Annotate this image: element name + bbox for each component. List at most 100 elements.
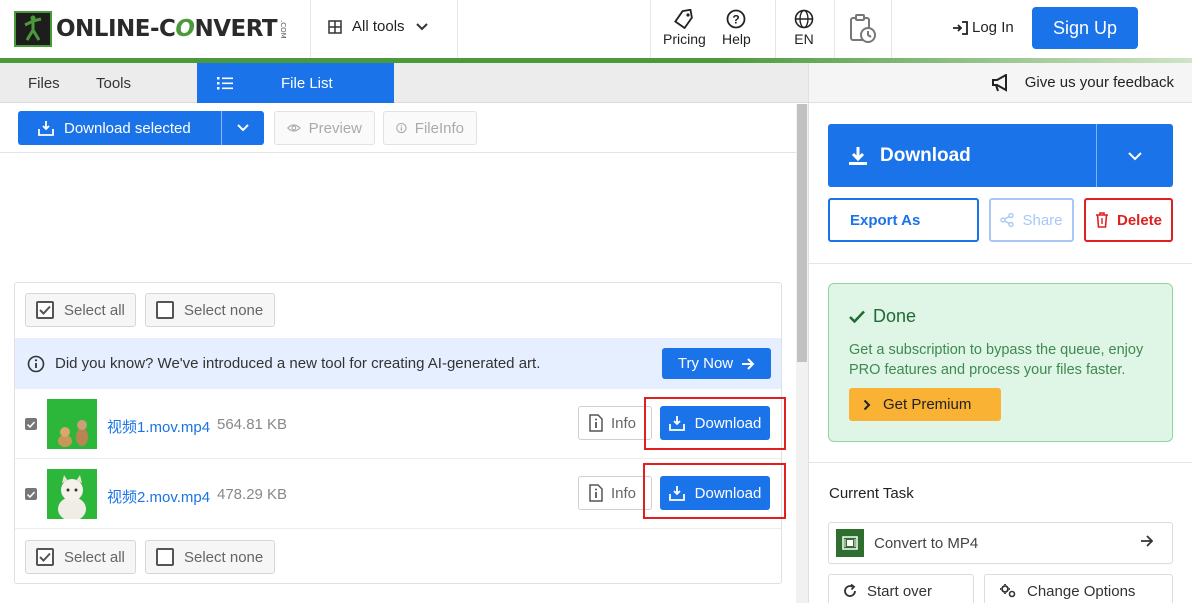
grid-icon (328, 19, 342, 34)
info-label: Info (611, 484, 637, 502)
help-icon: ? (726, 9, 746, 29)
tab-tools[interactable]: Tools (96, 63, 131, 103)
select-all-button[interactable]: Select all (25, 293, 136, 327)
change-options-button[interactable]: Change Options (984, 574, 1173, 603)
tab-files[interactable]: Files (28, 63, 60, 103)
login-icon (953, 20, 968, 35)
file-size: 478.29 KB (217, 486, 288, 503)
file-info-icon (589, 484, 603, 502)
header-divider (310, 0, 311, 58)
get-premium-button[interactable]: Get Premium (849, 388, 1001, 421)
header-divider (457, 0, 458, 58)
empty-box-icon (156, 301, 174, 319)
checked-box-icon (36, 548, 54, 566)
language-label: EN (794, 31, 814, 47)
pricing-label: Pricing (663, 31, 706, 47)
start-over-label: Start over (867, 582, 933, 600)
top-header: ONLINE-CONVERT .COM All tools Pricing ? … (0, 0, 1192, 58)
video-thumbnail (47, 469, 97, 519)
signup-button[interactable]: Sign Up (1032, 7, 1138, 49)
row-checkbox[interactable] (25, 488, 37, 500)
help-link[interactable]: ? Help (722, 9, 751, 47)
header-divider (834, 0, 835, 58)
logo-com: .COM (279, 19, 288, 39)
try-now-button[interactable]: Try Now (662, 348, 771, 379)
chevron-down-icon (237, 124, 249, 132)
select-all-label: Select all (64, 548, 125, 566)
share-button[interactable]: Share (989, 198, 1074, 242)
history-clock-icon[interactable] (848, 13, 878, 48)
change-options-label: Change Options (1027, 582, 1136, 600)
fileinfo-button[interactable]: FileInfo (383, 111, 477, 145)
gears-icon (1000, 584, 1016, 598)
download-selected-dropdown[interactable] (221, 111, 264, 145)
select-none-label: Select none (184, 548, 264, 566)
info-button[interactable]: Info (578, 476, 652, 510)
highlight-box (643, 463, 786, 519)
highlight-box (644, 397, 786, 450)
file-name-link[interactable]: 视频2.mov.mp4 (107, 486, 210, 507)
all-tools-label: All tools (352, 18, 405, 35)
chevron-down-icon (415, 22, 428, 30)
refresh-icon (844, 584, 856, 597)
tag-icon (674, 9, 694, 29)
chevron-down-icon (1128, 151, 1142, 160)
delete-button[interactable]: Delete (1084, 198, 1173, 242)
delete-label: Delete (1116, 211, 1163, 229)
checkmark-icon (849, 310, 865, 323)
tab-file-list-label: File List (281, 74, 333, 92)
get-premium-label: Get Premium (883, 396, 972, 413)
feedback-link[interactable]: Give us your feedback (809, 63, 1192, 103)
scrollbar-thumb[interactable] (797, 104, 807, 362)
done-status-box: Done Get a subscription to bypass the qu… (828, 283, 1173, 442)
login-link[interactable]: Log In (952, 19, 1014, 36)
language-selector[interactable]: EN (794, 9, 814, 47)
login-label: Log In (972, 19, 1014, 36)
checked-box-icon (36, 301, 54, 319)
info-button[interactable]: Info (578, 406, 652, 440)
start-over-button[interactable]: Start over (828, 574, 974, 603)
select-none-button[interactable]: Select none (145, 293, 275, 327)
svg-text:?: ? (733, 13, 740, 27)
preview-button[interactable]: Preview (274, 111, 375, 145)
right-divider (809, 462, 1192, 463)
list-icon (217, 77, 233, 90)
select-all-label: Select all (64, 301, 125, 319)
share-icon (1000, 213, 1015, 227)
chevron-right-icon (863, 399, 871, 410)
empty-box-icon (156, 548, 174, 566)
globe-icon (794, 9, 814, 29)
main-download-action[interactable]: Download (828, 124, 1096, 187)
done-title: Done (849, 306, 916, 327)
select-all-button[interactable]: Select all (25, 540, 136, 574)
main-download-button[interactable]: Download (828, 124, 1173, 187)
main-download-dropdown[interactable] (1096, 124, 1173, 187)
info-circle-icon (396, 122, 407, 134)
done-title-label: Done (873, 306, 917, 326)
select-none-button[interactable]: Select none (145, 540, 275, 574)
file-info-icon (589, 414, 603, 432)
file-size: 564.81 KB (217, 416, 288, 433)
all-tools-menu[interactable]: All tools (328, 18, 429, 35)
download-tray-icon (38, 121, 54, 136)
file-name-link[interactable]: 视频1.mov.mp4 (107, 416, 210, 437)
site-logo[interactable]: ONLINE-CONVERT .COM (14, 11, 287, 47)
export-as-button[interactable]: Export As (828, 198, 979, 242)
info-circle-icon (27, 355, 45, 372)
download-selected-label: Download selected (64, 119, 191, 137)
video-thumbnail (47, 399, 97, 449)
download-selected-button[interactable]: Download selected (18, 111, 264, 145)
row-checkbox[interactable] (25, 418, 37, 430)
tab-file-list[interactable]: File List (197, 63, 394, 103)
download-icon (849, 146, 867, 165)
header-divider (775, 0, 776, 58)
pricing-link[interactable]: Pricing (663, 9, 706, 47)
current-task-item[interactable]: Convert to MP4 (828, 522, 1173, 564)
download-selected-main[interactable]: Download selected (18, 111, 221, 145)
done-message: Get a subscription to bypass the queue, … (849, 342, 1144, 378)
main-download-label: Download (880, 144, 971, 166)
file-tabs: Files Tools File List (0, 63, 808, 103)
trash-icon (1095, 212, 1108, 228)
select-none-label: Select none (184, 301, 264, 319)
header-divider (650, 0, 651, 58)
